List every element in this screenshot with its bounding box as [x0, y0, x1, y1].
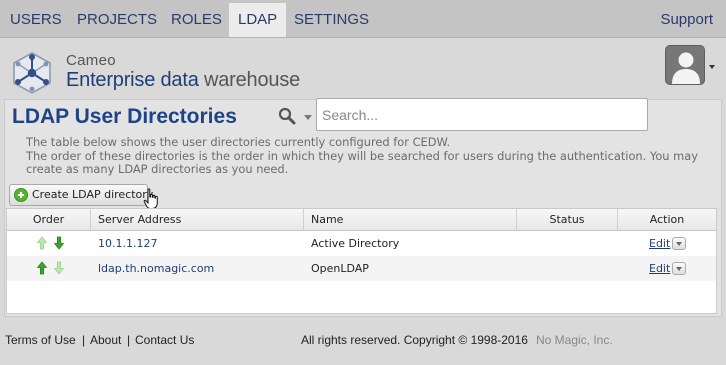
server-address: ldap.th.nomagic.com: [98, 262, 215, 275]
directory-name: Active Directory: [311, 237, 400, 250]
create-button-label: Create LDAP directory: [32, 188, 154, 201]
move-up-arrow-icon[interactable]: [37, 236, 47, 250]
about-link[interactable]: About: [90, 333, 121, 347]
cameo-logo-icon: [13, 52, 51, 94]
brand-product-name: Enterprise data warehouse: [66, 69, 300, 92]
nav-roles[interactable]: ROLES: [162, 3, 231, 37]
move-down-arrow-icon[interactable]: [54, 261, 64, 275]
nav-ldap[interactable]: LDAP: [229, 3, 287, 37]
create-ldap-directory-button[interactable]: Create LDAP directory: [9, 184, 153, 206]
search-options-caret-icon[interactable]: [304, 115, 312, 120]
action-dropdown-icon[interactable]: [672, 237, 686, 250]
column-header-name: Name: [304, 209, 517, 231]
nav-projects[interactable]: PROJECTS: [68, 3, 166, 37]
edit-link[interactable]: Edit: [649, 256, 670, 281]
footer: Terms of Use | About | Contact Us All ri…: [0, 318, 726, 365]
nav-users[interactable]: USERS: [1, 3, 71, 37]
app-window: USERS PROJECTS ROLES LDAP SETTINGS Suppo…: [0, 0, 726, 365]
avatar-dropdown-caret-icon[interactable]: [709, 65, 715, 69]
add-icon: [14, 188, 28, 202]
action-dropdown-icon[interactable]: [672, 262, 686, 275]
nav-support[interactable]: Support: [651, 3, 722, 37]
user-avatar-icon[interactable]: [665, 45, 705, 85]
brand-warehouse: warehouse: [204, 69, 301, 91]
column-header-server-address: Server Address: [91, 209, 304, 231]
main-panel: LDAP User Directories The table below sh…: [4, 98, 722, 317]
directory-name: OpenLDAP: [311, 262, 369, 275]
brand-header: Cameo Enterprise data warehouse: [0, 39, 726, 99]
server-address: 10.1.1.127: [98, 237, 158, 250]
search-input[interactable]: [316, 98, 648, 131]
description-line-2: The order of these directories is the or…: [26, 148, 698, 176]
brand-enterprise-data: Enterprise data: [66, 69, 199, 91]
table-header: Order Server Address Name Status Action: [7, 209, 716, 231]
search-icon[interactable]: [278, 107, 296, 125]
page-title: LDAP User Directories: [12, 105, 237, 128]
edit-link[interactable]: Edit: [649, 231, 670, 256]
brand-cameo: Cameo: [66, 52, 116, 69]
page-description: The table below shows the user directori…: [26, 135, 722, 177]
ldap-directories-table: Order Server Address Name Status Action …: [6, 208, 717, 314]
footer-separator: |: [82, 333, 86, 347]
table-row: ldap.th.nomagic.com OpenLDAP Edit: [7, 256, 716, 281]
contact-us-link[interactable]: Contact Us: [135, 333, 194, 347]
copyright-text: All rights reserved. Copyright © 1998-20…: [301, 333, 528, 347]
table-row: 10.1.1.127 Active Directory Edit: [7, 231, 716, 256]
description-line-1: The table below shows the user directori…: [26, 135, 451, 149]
top-nav: USERS PROJECTS ROLES LDAP SETTINGS Suppo…: [0, 0, 726, 38]
column-header-action: Action: [649, 213, 685, 226]
terms-of-use-link[interactable]: Terms of Use: [5, 333, 76, 347]
move-up-arrow-icon[interactable]: [37, 261, 47, 275]
move-down-arrow-icon[interactable]: [54, 236, 64, 250]
nav-settings[interactable]: SETTINGS: [285, 3, 378, 37]
hand-cursor-icon: [143, 188, 158, 209]
column-header-order: Order: [7, 209, 91, 231]
column-header-status: Status: [517, 209, 618, 231]
company-name: No Magic, Inc.: [536, 333, 613, 347]
footer-separator: |: [127, 333, 131, 347]
